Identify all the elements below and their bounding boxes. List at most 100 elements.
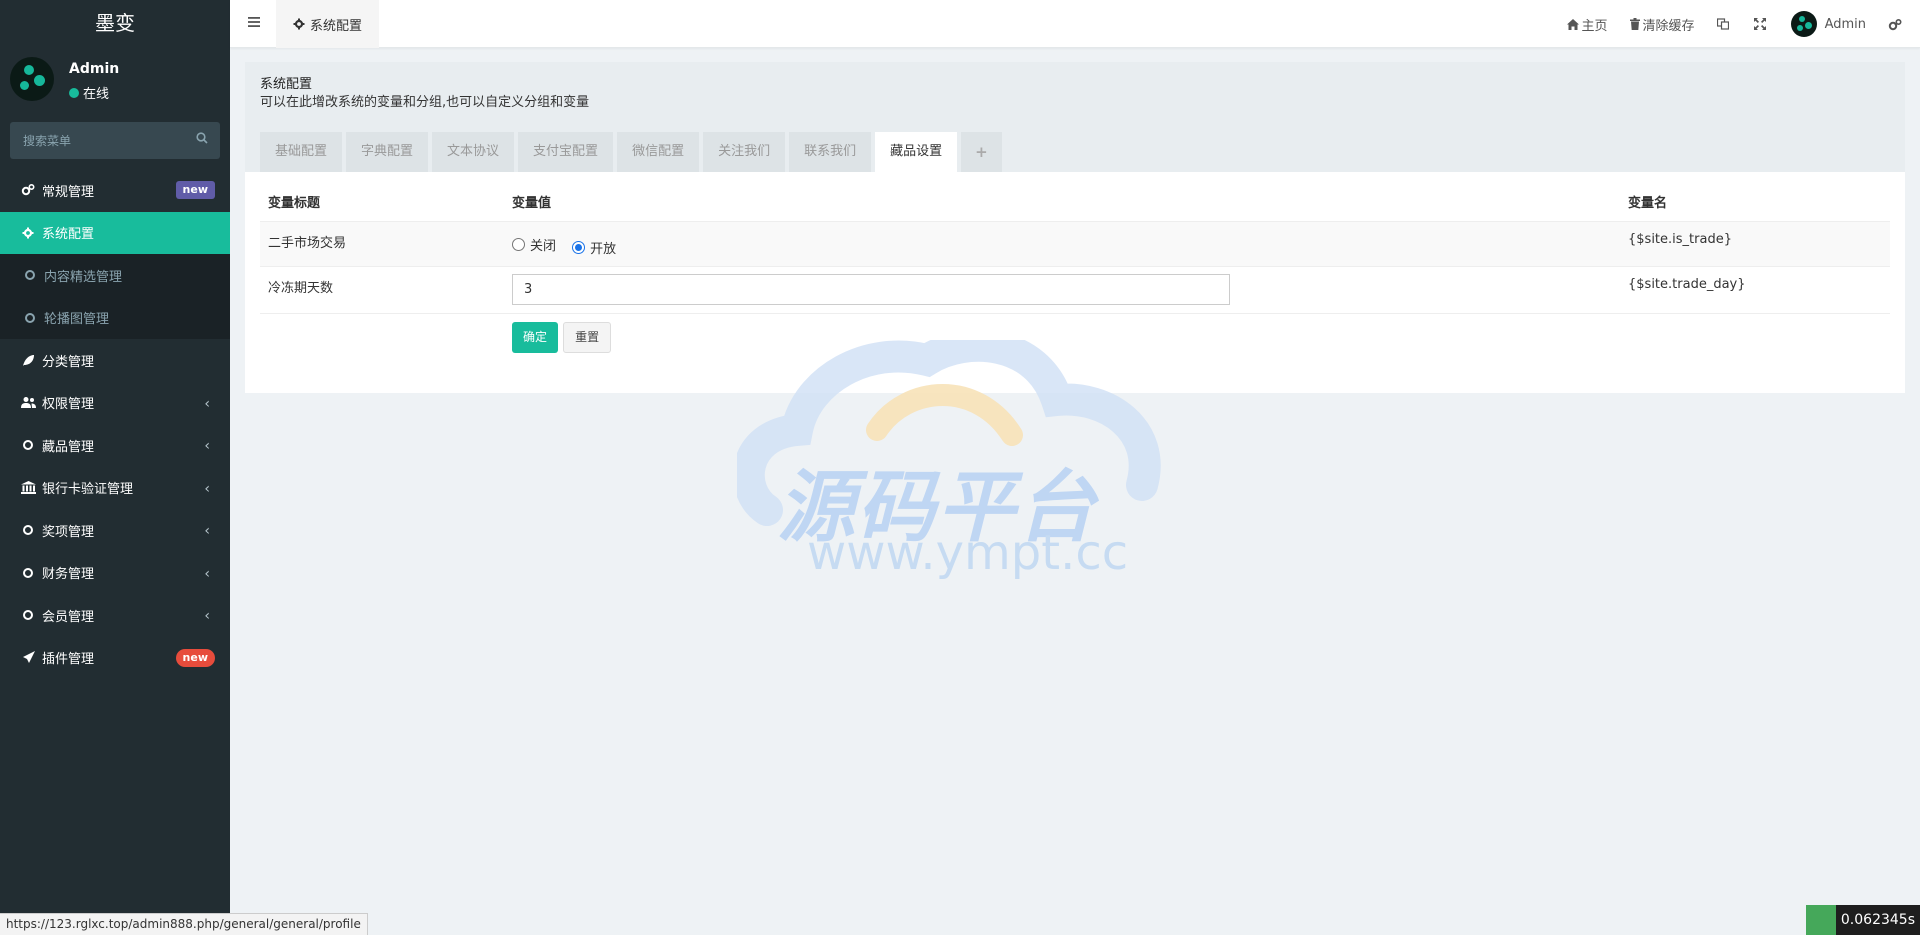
- sidebar-item-system-config[interactable]: 系统配置: [0, 211, 230, 254]
- row-title: [260, 314, 504, 364]
- panel-description: 可以在此增改系统的变量和分组,也可以自定义分组和变量: [260, 95, 590, 110]
- chevron-left-icon: ‹: [204, 438, 210, 454]
- user-status-label: 在线: [83, 87, 110, 102]
- watermark-main-text: 源码平台: [777, 463, 1098, 553]
- panel-body: 变量标题 变量值 变量名 二手市场交易 关闭 开放 {$site.is_trad…: [245, 172, 1905, 393]
- sidebar-item-bank[interactable]: 银行卡验证管理 ‹: [0, 467, 230, 510]
- sidebar-item-finance[interactable]: 财务管理 ‹: [0, 552, 230, 595]
- fullscreen-button[interactable]: [1743, 0, 1780, 48]
- fullscreen-icon: [1753, 18, 1766, 30]
- tab-wechat[interactable]: 微信配置: [617, 132, 700, 172]
- reset-button[interactable]: 重置: [563, 322, 612, 353]
- main-content: 系统配置 可以在此增改系统的变量和分组,也可以自定义分组和变量 基础配置 字典配…: [245, 62, 1905, 393]
- user-name: Admin: [69, 61, 120, 77]
- watermark-url-text: www.ympt.cc: [807, 525, 1129, 581]
- tab-basic[interactable]: 基础配置: [260, 132, 343, 172]
- sidebar-item-label: 银行卡验证管理: [42, 482, 134, 498]
- tab-follow-us[interactable]: 关注我们: [703, 132, 786, 172]
- home-link[interactable]: 主页: [1556, 0, 1619, 48]
- new-badge: new: [175, 648, 215, 667]
- sidebar-item-content-pick[interactable]: 内容精选管理: [0, 254, 230, 297]
- sidebar-item-label: 会员管理: [42, 609, 95, 625]
- tab-label: 系统配置: [310, 18, 363, 34]
- bank-icon: [20, 480, 36, 496]
- sidebar-item-plugins[interactable]: 插件管理 new: [0, 637, 230, 680]
- header-actions: 主页 清除缓存 Admin: [1556, 0, 1920, 48]
- trash-icon: [1629, 18, 1640, 30]
- admin-label: Admin: [1824, 16, 1866, 32]
- timer-value: 0.062345s: [1840, 912, 1915, 928]
- user-status: 在线: [69, 83, 109, 102]
- status-bar-url: https://123.rglxc.top/admin888.php/gener…: [0, 913, 368, 935]
- table-row: 确定 重置: [260, 314, 1890, 364]
- trade-day-input[interactable]: 3: [512, 274, 1230, 305]
- sidebar-item-label: 系统配置: [42, 227, 95, 243]
- config-table: 变量标题 变量值 变量名 二手市场交易 关闭 开放 {$site.is_trad…: [260, 182, 1890, 363]
- sidebar-item-category[interactable]: 分类管理: [0, 339, 230, 382]
- radio-open[interactable]: 开放: [572, 238, 616, 257]
- add-tab-button[interactable]: +: [961, 132, 1002, 172]
- radio-button[interactable]: [512, 238, 525, 251]
- circle-icon: [22, 267, 38, 283]
- brand-logo[interactable]: 墨变: [0, 0, 230, 47]
- tab-alipay[interactable]: 支付宝配置: [518, 132, 614, 172]
- online-dot-icon: [69, 87, 79, 98]
- hamburger-menu-icon[interactable]: [247, 15, 261, 29]
- sidebar-item-label: 财务管理: [42, 567, 95, 583]
- chevron-left-icon: ‹: [204, 480, 210, 497]
- table-row: 冷冻期天数 3 {$site.trade_day}: [260, 266, 1890, 314]
- sidebar-item-collection[interactable]: 藏品管理 ‹: [0, 424, 230, 467]
- search-box: [10, 122, 220, 159]
- cogs-icon: [1888, 18, 1902, 30]
- search-input[interactable]: [10, 122, 220, 159]
- tab-system-config[interactable]: 系统配置: [276, 0, 380, 48]
- radio-button[interactable]: [572, 241, 586, 254]
- radio-label: 关闭: [530, 239, 557, 254]
- submenu: 内容精选管理 轮播图管理: [0, 254, 230, 339]
- sidebar-item-carousel[interactable]: 轮播图管理: [0, 297, 230, 340]
- debug-logo-icon: [1805, 905, 1836, 935]
- tab-contact-us[interactable]: 联系我们: [789, 132, 872, 172]
- debug-timer: 0.062345s: [1805, 905, 1920, 935]
- radio-label: 开放: [590, 242, 617, 257]
- language-button[interactable]: [1706, 0, 1743, 48]
- user-panel: Admin 在线: [0, 47, 230, 112]
- circle-icon: [20, 607, 36, 623]
- radio-close[interactable]: 关闭: [512, 235, 556, 254]
- sidebar-item-awards[interactable]: 奖项管理 ‹: [0, 509, 230, 552]
- language-icon: [1716, 18, 1729, 30]
- search-icon[interactable]: [196, 132, 208, 144]
- top-header: 系统配置 主页 清除缓存 Admin: [230, 0, 1920, 48]
- tab-dictionary[interactable]: 字典配置: [346, 132, 429, 172]
- home-icon: [1566, 18, 1579, 30]
- settings-button[interactable]: [1877, 0, 1920, 48]
- form-actions: 确定 重置: [504, 314, 1620, 364]
- table-row: 二手市场交易 关闭 开放 {$site.is_trade}: [260, 221, 1890, 267]
- ok-button[interactable]: 确定: [512, 322, 559, 353]
- sidebar-item-members[interactable]: 会员管理 ‹: [0, 594, 230, 637]
- sidebar-item-general[interactable]: 常规管理 new: [0, 169, 230, 212]
- sidebar-item-label: 奖项管理: [42, 524, 95, 540]
- chevron-left-icon: ‹: [204, 565, 210, 582]
- sidebar-item-permission[interactable]: 权限管理 ‹: [0, 382, 230, 425]
- circle-icon: [22, 310, 38, 326]
- row-value: 关闭 开放: [504, 221, 1620, 267]
- column-header: 变量值: [504, 182, 1620, 222]
- clear-cache-button[interactable]: 清除缓存: [1619, 0, 1706, 48]
- tab-collection-settings[interactable]: 藏品设置: [875, 132, 958, 172]
- users-icon: [20, 395, 36, 411]
- row-title: 冷冻期天数: [260, 266, 504, 314]
- new-badge: new: [175, 181, 215, 199]
- row-value: 3: [504, 266, 1620, 314]
- chevron-left-icon: ‹: [204, 608, 210, 624]
- circle-icon: [20, 565, 36, 581]
- config-tabs: 基础配置 字典配置 文本协议 支付宝配置 微信配置 关注我们 联系我们 藏品设置…: [260, 132, 1006, 172]
- avatar: [1790, 11, 1817, 37]
- circle-icon: [20, 437, 36, 453]
- tab-agreement[interactable]: 文本协议: [432, 132, 515, 172]
- avatar: [10, 57, 54, 101]
- user-menu[interactable]: Admin: [1780, 0, 1877, 48]
- sidebar: 墨变 Admin 在线 常规管理 new 系统配置: [0, 0, 230, 935]
- sidebar-menu: 常规管理 new 系统配置 内容精选管理 轮播图管理 分类管理 权限管理 ‹ 藏…: [0, 169, 230, 679]
- circle-icon: [20, 522, 36, 538]
